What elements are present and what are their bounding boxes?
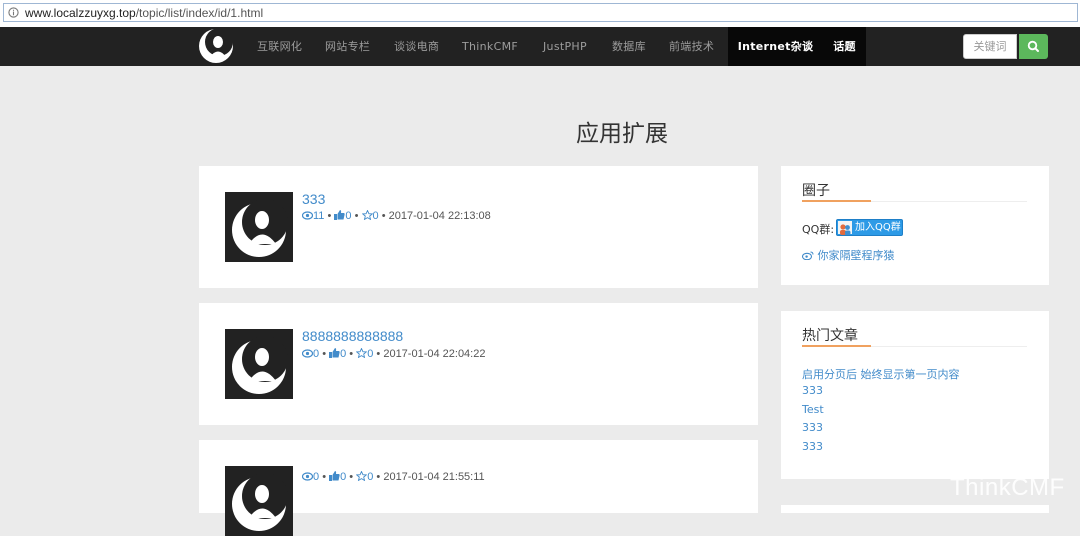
post-meta: 0 • 0 • 0 • 2017-01-04 21:55:11 (302, 471, 485, 483)
sidebar-hot-articles-panel: 热门文章 启用分页后 始终显示第一页内容 333 Test 333 333 (781, 311, 1049, 479)
thumbs-up-icon[interactable] (334, 210, 346, 220)
nav-item-frontend[interactable]: 前端技术 (669, 27, 714, 66)
post-title-link[interactable]: 8888888888888 (302, 328, 403, 344)
nav-item-internet[interactable]: 互联网化 (257, 27, 302, 66)
thumbs-up-icon[interactable] (329, 348, 340, 358)
weibo-link-label: 你家隔壁程序猿 (817, 249, 895, 262)
search-button[interactable] (1019, 34, 1048, 59)
like-count: 0 (340, 348, 347, 360)
divider-accent (802, 200, 871, 202)
nav-item-database[interactable]: 数据库 (612, 27, 646, 66)
join-qq-group-button[interactable]: 加入QQ群 (836, 219, 903, 236)
hot-article-link[interactable]: 333 (802, 421, 823, 434)
qq-group-icon (838, 221, 852, 235)
weibo-icon (801, 251, 814, 261)
url-field[interactable]: www.localzzuyxg.top/topic/list/index/id/… (3, 3, 1078, 22)
divider-accent (802, 345, 871, 347)
sidebar-circle-panel: 圈子 QQ群: 加入QQ群 你家隔壁程序猿 (781, 166, 1049, 285)
hot-article-link[interactable]: 333 (802, 440, 823, 453)
star-icon[interactable] (361, 210, 373, 220)
weibo-link[interactable]: 你家隔壁程序猿 (801, 247, 895, 263)
watermark: ThinkCMF (950, 474, 1065, 501)
post-title-link[interactable]: 333 (302, 191, 325, 207)
like-count: 0 (340, 471, 347, 483)
nav-item-internet-talk[interactable]: Internet杂谈 (728, 27, 823, 66)
like-count: 0 (345, 210, 352, 222)
nav-item-thinkcmf[interactable]: ThinkCMF (462, 27, 518, 66)
nav-item-ecommerce[interactable]: 谈谈电商 (394, 27, 439, 66)
post-date: 2017-01-04 22:04:22 (383, 348, 486, 360)
eye-icon (302, 349, 313, 358)
hot-articles-heading: 热门文章 (802, 328, 858, 344)
hot-article-link[interactable]: 启用分页后 始终显示第一页内容 (802, 366, 960, 382)
author-avatar[interactable] (225, 466, 293, 536)
page-title: 应用扩展 (576, 121, 668, 147)
post-card: 0 • 0 • 0 • 2017-01-04 21:55:11 (199, 440, 758, 536)
qq-group-label: QQ群: (802, 223, 835, 236)
post-date: 2017-01-04 22:13:08 (388, 210, 491, 222)
top-navbar (0, 27, 1080, 66)
thumbs-up-icon[interactable] (329, 471, 340, 481)
nav-item-website[interactable]: 网站专栏 (325, 27, 370, 66)
hot-article-link[interactable]: Test (802, 403, 824, 416)
favorite-count: 0 (367, 471, 374, 483)
eye-icon (302, 472, 313, 481)
view-count: 0 (313, 471, 320, 483)
site-logo[interactable] (199, 29, 233, 63)
info-icon (8, 7, 19, 18)
search-icon (1027, 40, 1039, 52)
post-meta: 11 • 0 • 0 • 2017-01-04 22:13:08 (302, 210, 491, 222)
view-count: 0 (313, 348, 320, 360)
hot-article-link[interactable]: 333 (802, 384, 823, 397)
nav-item-justphp[interactable]: JustPHP (543, 27, 587, 66)
author-avatar[interactable] (225, 192, 293, 262)
search-input[interactable]: 关键词 (963, 34, 1017, 59)
join-qq-group-label: 加入QQ群 (855, 222, 901, 233)
browser-address-bar: www.localzzuyxg.top/topic/list/index/id/… (0, 0, 1080, 28)
view-count: 11 (313, 210, 325, 222)
author-avatar[interactable] (225, 329, 293, 399)
favorite-count: 0 (367, 348, 374, 360)
star-icon[interactable] (356, 471, 368, 481)
post-card: 8888888888888 0 • 0 • 0 • 2017-01-04 22:… (199, 303, 758, 425)
sidebar-panel (781, 505, 1049, 513)
nav-item-topics[interactable]: 话题 (823, 27, 866, 66)
url-text: www.localzzuyxg.top/topic/list/index/id/… (25, 6, 264, 20)
eye-icon (302, 211, 313, 220)
star-icon[interactable] (356, 348, 368, 358)
favorite-count: 0 (372, 210, 379, 222)
post-meta: 0 • 0 • 0 • 2017-01-04 22:04:22 (302, 348, 485, 360)
post-date: 2017-01-04 21:55:11 (383, 471, 485, 483)
circle-heading: 圈子 (802, 183, 830, 199)
post-card: 333 11 • 0 • 0 • 2017-01-04 22:13:08 (199, 166, 758, 288)
